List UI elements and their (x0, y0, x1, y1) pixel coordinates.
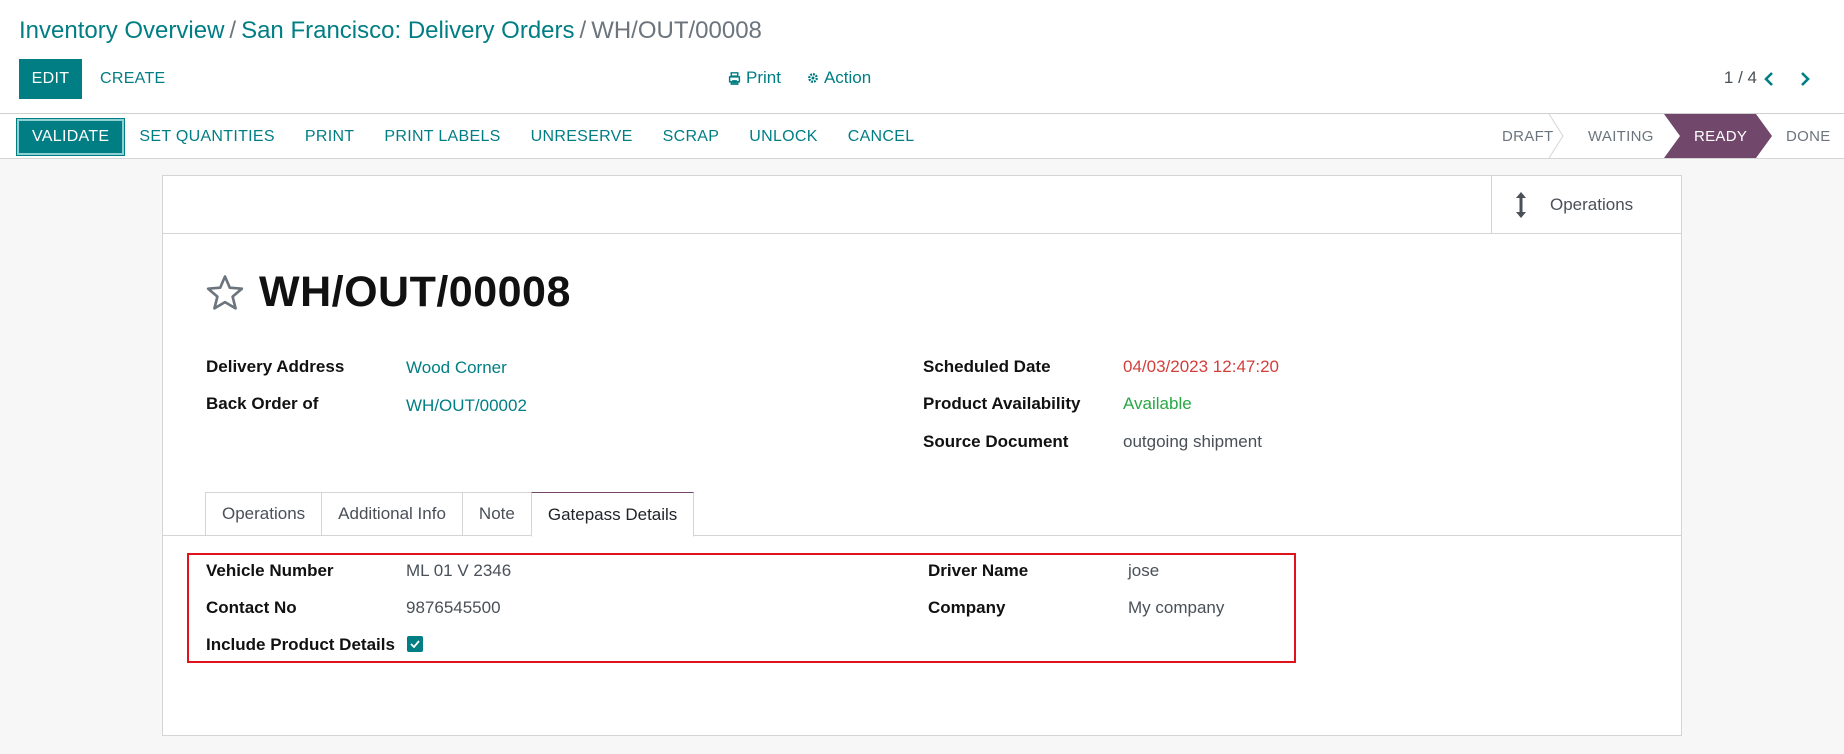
chevron-right-icon (1801, 72, 1810, 86)
product-availability-label: Product Availability (923, 394, 1081, 413)
form-sheet: Operations WH/OUT/00008 Delivery Address… (162, 175, 1682, 736)
delivery-address-label: Delivery Address (206, 357, 345, 376)
scrap-button[interactable]: SCRAP (648, 119, 735, 155)
operations-smart-button-label: Operations (1550, 195, 1634, 214)
delivery-address-link[interactable]: Wood Corner (406, 358, 507, 378)
breadcrumb-separator: / (229, 17, 237, 44)
printer-icon (728, 71, 741, 85)
breadcrumb-separator: / (579, 17, 587, 44)
unlock-button[interactable]: UNLOCK (734, 119, 832, 155)
tab-gatepass-details[interactable]: Gatepass Details (530, 492, 695, 537)
vehicle-number-label: Vehicle Number (206, 561, 334, 580)
vehicle-number-field[interactable]: ML 01 V 2346 (406, 561, 511, 581)
cancel-button[interactable]: CANCEL (833, 119, 930, 155)
contact-no-label: Contact No (206, 598, 297, 617)
notebook-tabs: Operations Additional Info Note Gatepass… (205, 492, 695, 537)
set-quantities-button[interactable]: SET QUANTITIES (124, 119, 289, 155)
print-menu-label: Print (746, 68, 781, 87)
stage-draft-label: DRAFT (1502, 127, 1554, 145)
stage-waiting[interactable]: WAITING (1564, 114, 1664, 158)
contact-no-field[interactable]: 9876545500 (406, 598, 501, 618)
source-document-value[interactable]: outgoing shipment (1123, 432, 1262, 452)
action-menu-label: Action (823, 68, 872, 87)
stage-separator-icon (1548, 114, 1564, 158)
gear-icon (808, 73, 818, 83)
pager-previous-button[interactable] (1754, 64, 1784, 94)
breadcrumb-inventory-overview[interactable]: Inventory Overview (19, 17, 224, 44)
action-menus: Print Action (728, 68, 871, 88)
driver-name-field[interactable]: jose (1128, 561, 1159, 581)
tab-additional-info[interactable]: Additional Info (321, 492, 462, 536)
stage-done[interactable]: DONE (1756, 114, 1844, 158)
print-button[interactable]: PRINT (290, 119, 370, 155)
tab-operations[interactable]: Operations (205, 492, 322, 536)
control-panel: Inventory Overview / San Francisco: Delive… (0, 0, 1844, 114)
breadcrumb-delivery-orders[interactable]: San Francisco: Delivery Orders (241, 17, 574, 44)
include-product-details-label: Include Product Details (206, 635, 395, 654)
include-product-details-checkbox[interactable] (407, 636, 423, 652)
back-order-link[interactable]: WH/OUT/00002 (406, 396, 527, 416)
checkmark-icon (410, 640, 420, 648)
statusbar-buttons: VALIDATE SET QUANTITIES PRINT PRINT LABE… (15, 118, 930, 156)
edit-button[interactable]: EDIT (19, 59, 82, 99)
create-button[interactable]: CREATE (88, 59, 178, 99)
source-document-label: Source Document (923, 432, 1069, 451)
statusbar: VALIDATE SET QUANTITIES PRINT PRINT LABE… (0, 114, 1844, 159)
stage-arrow-left-icon (1664, 114, 1680, 158)
tab-note[interactable]: Note (461, 492, 531, 536)
back-order-label: Back Order of (206, 394, 319, 413)
pager-next-button[interactable] (1790, 64, 1820, 94)
print-menu[interactable]: Print (728, 68, 781, 88)
arrows-vertical-icon (1516, 192, 1526, 218)
driver-name-label: Driver Name (928, 561, 1029, 580)
scheduled-date-value[interactable]: 04/03/2023 12:47:20 (1123, 357, 1279, 377)
stage-arrow-right-icon (1756, 114, 1772, 158)
stage-pipeline: DRAFT WAITING READY DONE (1478, 114, 1844, 158)
operations-smart-button[interactable]: Operations (1491, 176, 1681, 234)
stage-draft[interactable]: DRAFT (1478, 114, 1564, 158)
breadcrumb: Inventory Overview / San Francisco: Delive… (19, 17, 762, 45)
record-title: WH/OUT/00008 (259, 268, 571, 316)
stage-ready[interactable]: READY (1664, 114, 1756, 158)
button-box: Operations (163, 176, 1681, 234)
pager-value[interactable]: 1 / 4 (1724, 68, 1757, 88)
star-icon[interactable] (205, 274, 245, 312)
print-labels-button[interactable]: PRINT LABELS (369, 119, 515, 155)
stage-waiting-label: WAITING (1588, 127, 1654, 145)
stage-ready-label: READY (1694, 127, 1748, 145)
chevron-left-icon (1764, 72, 1773, 86)
unreserve-button[interactable]: UNRESERVE (516, 119, 648, 155)
breadcrumb-current: WH/OUT/00008 (591, 17, 762, 44)
validate-button[interactable]: VALIDATE (15, 118, 126, 156)
company-label: Company (928, 598, 1006, 617)
record-title-row: WH/OUT/00008 (205, 268, 571, 317)
stage-done-label: DONE (1786, 127, 1831, 145)
scheduled-date-label: Scheduled Date (923, 357, 1051, 376)
company-field[interactable]: My company (1128, 598, 1224, 618)
product-availability-value: Available (1123, 394, 1192, 413)
action-menu[interactable]: Action (807, 68, 871, 88)
